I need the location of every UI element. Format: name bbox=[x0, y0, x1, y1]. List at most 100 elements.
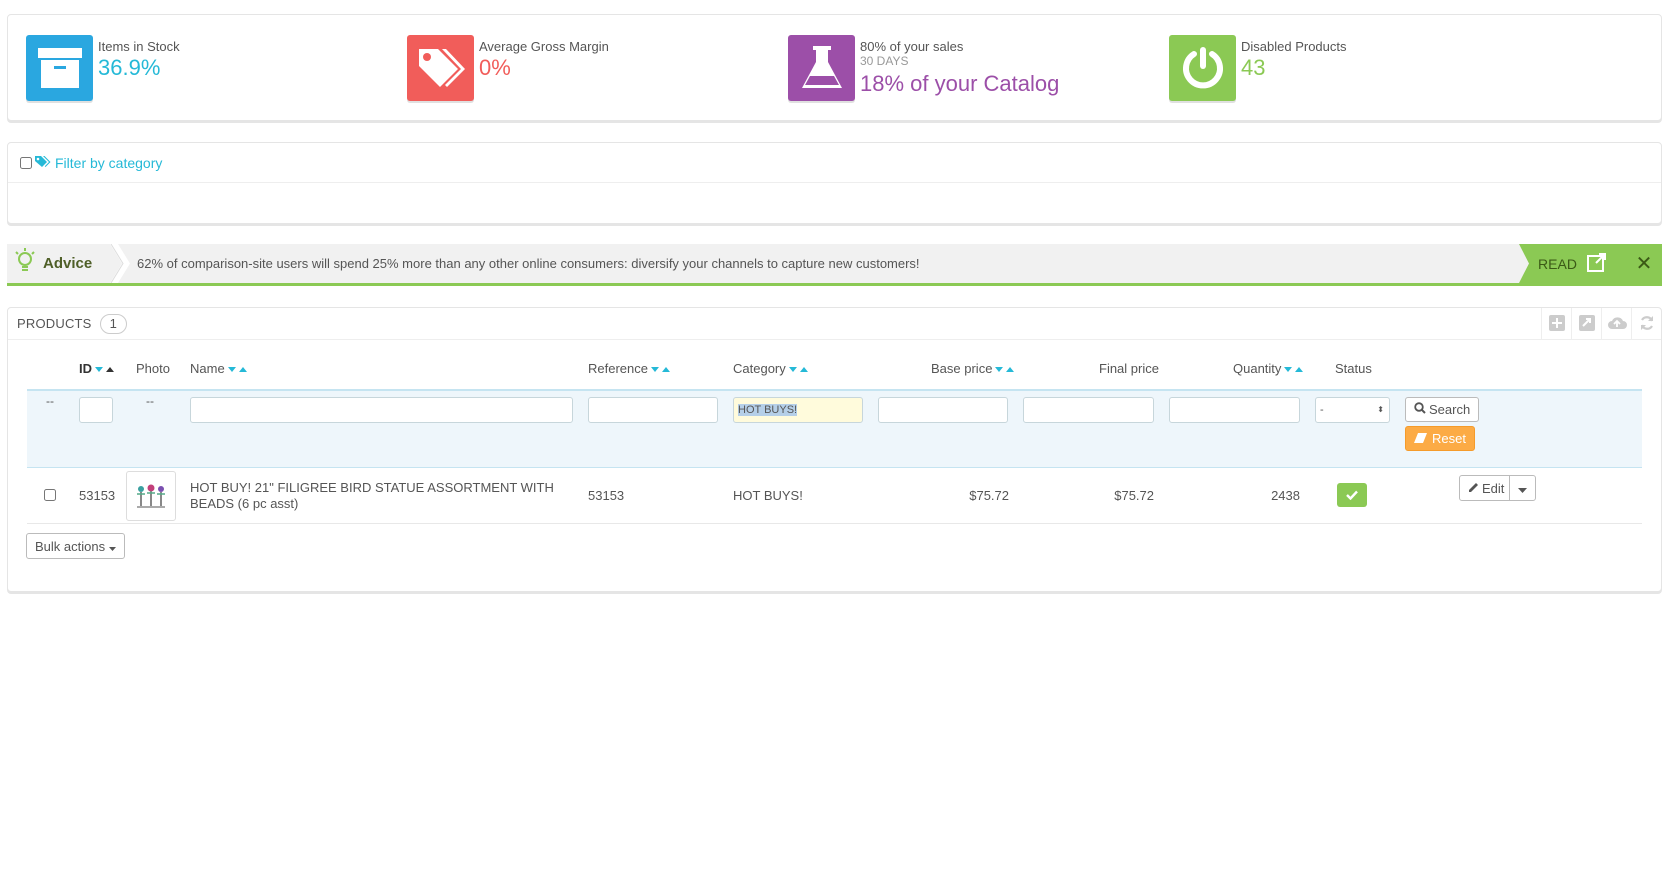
column-header-reference[interactable]: Reference bbox=[588, 361, 671, 377]
search-button[interactable]: Search bbox=[1405, 397, 1480, 422]
search-label: Search bbox=[1429, 402, 1471, 417]
sort-arrows-icon[interactable] bbox=[227, 362, 248, 377]
kpi-value: 36.9% bbox=[98, 55, 161, 80]
column-header-final-price: Final price bbox=[1099, 361, 1159, 376]
refresh-button[interactable] bbox=[1631, 308, 1661, 340]
final-price-filter-input[interactable] bbox=[1023, 397, 1154, 423]
category-filter-input[interactable]: HOT BUYS! bbox=[733, 397, 863, 423]
edit-button[interactable]: Edit bbox=[1459, 475, 1514, 501]
panel-title: PRODUCTS bbox=[17, 316, 92, 331]
column-header-status: Status bbox=[1335, 361, 1372, 376]
sort-arrows-icon[interactable] bbox=[1284, 362, 1304, 377]
column-label: ID bbox=[79, 361, 92, 376]
reset-button[interactable]: Reset bbox=[1405, 426, 1475, 451]
close-advice-button[interactable]: ✕ bbox=[1626, 244, 1662, 283]
row-base-price: $75.72 bbox=[969, 488, 1009, 503]
kpi-panel: Items in Stock 36.9% Average Gross Margi… bbox=[7, 14, 1662, 121]
row-reference: 53153 bbox=[588, 488, 625, 503]
bulk-placeholder: -- bbox=[46, 394, 54, 408]
row-category: HOT BUYS! bbox=[733, 488, 803, 503]
column-label: Category bbox=[733, 361, 786, 376]
products-panel: PRODUCTS 1 ID Photo Name Reference Categ… bbox=[7, 307, 1662, 592]
kpi-value: 43 bbox=[1241, 55, 1266, 80]
tag-icon bbox=[35, 155, 51, 171]
column-header-base-price[interactable]: Base price bbox=[931, 361, 1015, 377]
advice-text: 62% of comparison-site users will spend … bbox=[137, 256, 920, 271]
sort-arrows-icon[interactable] bbox=[650, 362, 671, 377]
filter-by-category-link[interactable]: Filter by category bbox=[55, 155, 162, 171]
id-filter-input[interactable] bbox=[79, 397, 113, 423]
column-header-id[interactable]: ID bbox=[79, 361, 115, 377]
column-label: Reference bbox=[588, 361, 648, 376]
filter-header: Filter by category bbox=[8, 143, 1661, 183]
column-header-photo: Photo bbox=[136, 361, 170, 376]
kpi-label: 80% of your sales bbox=[860, 39, 964, 54]
cloud-upload-icon bbox=[1607, 316, 1627, 333]
quantity-filter-input[interactable] bbox=[1169, 397, 1300, 423]
sort-arrows-icon[interactable] bbox=[788, 362, 809, 377]
product-thumbnail[interactable] bbox=[126, 471, 176, 521]
row-actions-dropdown[interactable] bbox=[1509, 475, 1536, 501]
close-icon: ✕ bbox=[1635, 253, 1653, 275]
column-label: Base price bbox=[931, 361, 993, 376]
status-filter-select[interactable]: - ⬍ bbox=[1315, 397, 1390, 423]
chevron-divider bbox=[110, 244, 130, 283]
advice-label: Advice bbox=[7, 244, 117, 283]
bulk-actions-label: Bulk actions bbox=[35, 538, 106, 554]
check-icon bbox=[1346, 488, 1358, 503]
products-header: PRODUCTS 1 bbox=[8, 308, 1661, 340]
status-filter-value: - bbox=[1320, 404, 1324, 416]
kpi-label: Average Gross Margin bbox=[479, 39, 609, 54]
bulk-actions-button[interactable]: Bulk actions bbox=[26, 533, 126, 559]
column-header-name[interactable]: Name bbox=[190, 361, 248, 377]
column-label: Name bbox=[190, 361, 225, 376]
select-arrows-icon: ⬍ bbox=[1377, 405, 1384, 414]
category-filter-value: HOT BUYS! bbox=[738, 404, 798, 416]
import-button[interactable] bbox=[1601, 308, 1631, 340]
add-product-button[interactable] bbox=[1541, 308, 1571, 340]
row-quantity: 2438 bbox=[1271, 488, 1300, 503]
row-id: 53153 bbox=[79, 488, 116, 503]
filter-panel: Filter by category bbox=[7, 142, 1662, 224]
external-link-icon bbox=[1586, 252, 1607, 275]
refresh-icon bbox=[1639, 315, 1655, 334]
edit-label: Edit bbox=[1482, 480, 1505, 496]
read-button[interactable]: READ bbox=[1519, 244, 1626, 283]
flask-icon bbox=[788, 35, 855, 101]
status-enabled-toggle[interactable] bbox=[1337, 483, 1367, 507]
read-label: READ bbox=[1538, 255, 1577, 272]
power-icon bbox=[1169, 35, 1236, 101]
row-name[interactable]: HOT BUY! 21" FILIGREE BIRD STATUE ASSORT… bbox=[190, 480, 575, 512]
kpi-label: Disabled Products bbox=[1241, 39, 1347, 54]
advice-title: Advice bbox=[43, 255, 93, 272]
pencil-icon bbox=[1468, 481, 1479, 496]
tags-icon bbox=[407, 35, 474, 101]
sort-arrows-icon[interactable] bbox=[95, 362, 115, 377]
column-header-quantity[interactable]: Quantity bbox=[1233, 361, 1304, 377]
name-filter-input[interactable] bbox=[190, 397, 573, 423]
reference-filter-input[interactable] bbox=[588, 397, 718, 423]
caret-down-icon bbox=[109, 539, 117, 554]
plus-square-icon bbox=[1548, 314, 1565, 334]
share-square-icon bbox=[1578, 314, 1595, 334]
kpi-value: 18% of your Catalog bbox=[860, 71, 1060, 96]
eraser-icon bbox=[1414, 431, 1427, 446]
reset-label: Reset bbox=[1432, 431, 1466, 446]
photo-placeholder: -- bbox=[146, 394, 154, 408]
base-price-filter-input[interactable] bbox=[878, 397, 1008, 423]
filter-by-category-checkbox[interactable] bbox=[20, 156, 32, 169]
row-checkbox[interactable] bbox=[44, 489, 56, 501]
kpi-period: 30 DAYS bbox=[860, 54, 909, 68]
lightbulb-icon bbox=[15, 248, 35, 279]
archive-icon bbox=[26, 35, 93, 101]
column-header-category[interactable]: Category bbox=[733, 361, 809, 377]
bird-statue-image bbox=[137, 484, 165, 508]
export-button[interactable] bbox=[1571, 308, 1601, 340]
caret-down-icon bbox=[1518, 481, 1527, 496]
sort-arrows-icon[interactable] bbox=[995, 362, 1015, 377]
search-icon bbox=[1414, 402, 1426, 417]
kpi-label: Items in Stock bbox=[98, 39, 180, 54]
kpi-value: 0% bbox=[479, 55, 511, 80]
row-final-price: $75.72 bbox=[1114, 488, 1154, 503]
column-label: Quantity bbox=[1233, 361, 1282, 376]
